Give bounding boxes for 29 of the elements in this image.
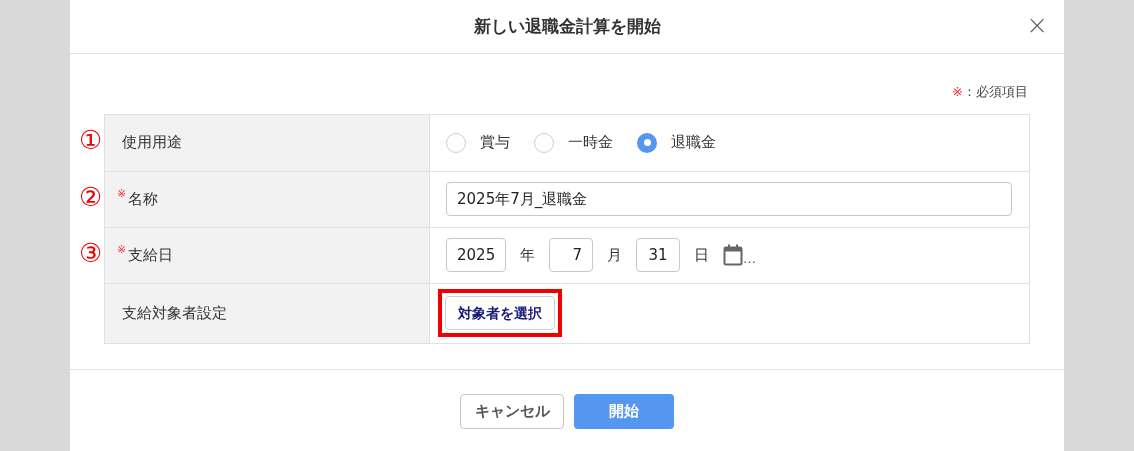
field-label: 支給対象者設定 — [122, 302, 227, 324]
calendar-icon[interactable] — [723, 244, 743, 266]
annotation-number: ② — [79, 183, 103, 210]
select-target-button[interactable]: 対象者を選択 — [445, 296, 555, 330]
year-unit: 年 — [520, 244, 535, 266]
dialog-title: 新しい退職金計算を開始 — [473, 14, 661, 38]
name-field[interactable]: 2025年7月_退職金 — [446, 182, 1012, 216]
required-mark: ※ — [117, 185, 127, 202]
radio-button[interactable] — [637, 132, 657, 153]
radio-option[interactable]: 賞与 — [446, 131, 510, 154]
radio-option[interactable]: 退職金 — [637, 131, 716, 154]
day-field[interactable]: 31 — [636, 238, 680, 272]
annotation-number: ① — [79, 126, 103, 153]
field-label: 使用用途 — [122, 132, 182, 154]
field-label: 名称 — [128, 188, 159, 210]
annotation-number: ③ — [79, 239, 103, 266]
month-unit: 月 — [607, 244, 622, 266]
more-text: … — [743, 249, 756, 268]
cancel-button[interactable]: キャンセル — [460, 393, 564, 429]
radio-button[interactable] — [446, 132, 466, 153]
day-unit: 日 — [694, 244, 709, 266]
field-label: 支給日 — [128, 244, 174, 266]
required-mark: ※ — [117, 241, 127, 258]
close-button[interactable]: × — [1026, 12, 1048, 38]
radio-option[interactable]: 一時金 — [534, 131, 613, 154]
month-field[interactable]: 7 — [549, 238, 593, 272]
required-note: ※：必須項目 — [952, 83, 1028, 101]
year-field[interactable]: 2025 — [446, 238, 506, 272]
radio-button[interactable] — [534, 132, 554, 153]
